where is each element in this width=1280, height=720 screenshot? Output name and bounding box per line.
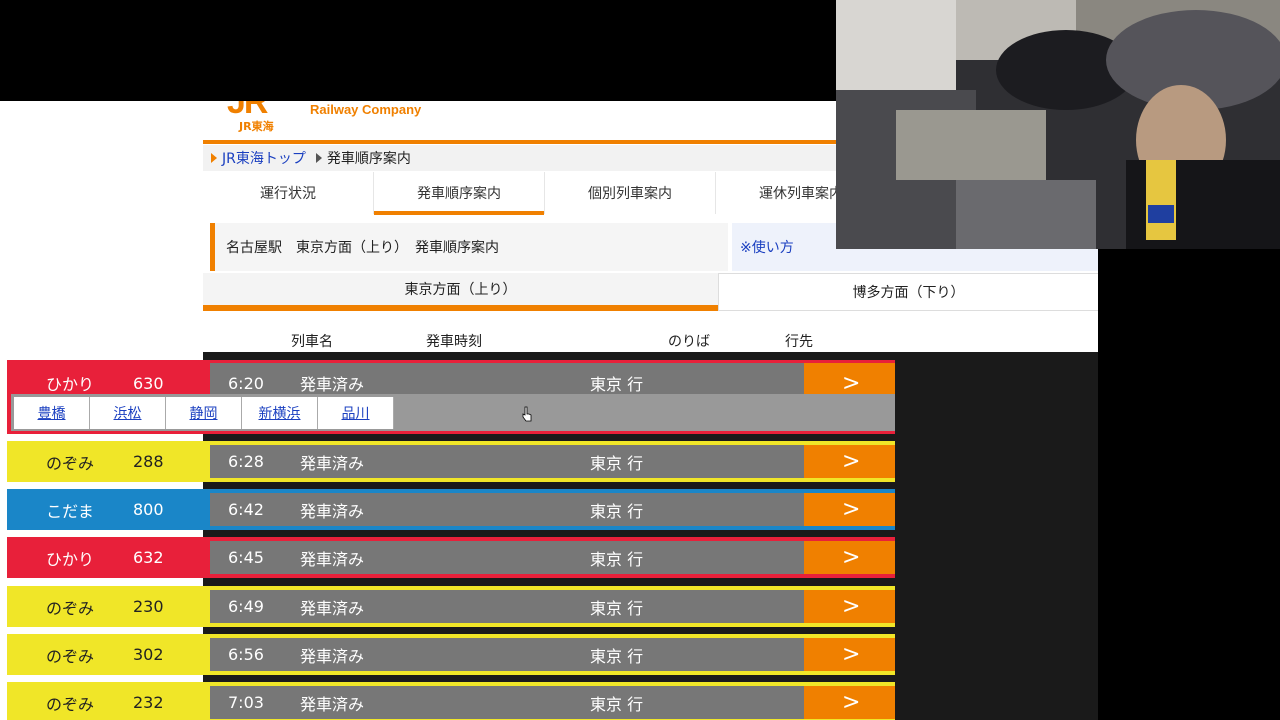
destination: 東京 行 (590, 598, 644, 618)
chevron-right-icon[interactable]: > (804, 445, 895, 478)
company-name: Railway Company (310, 102, 422, 117)
train-number: 230 (133, 597, 164, 616)
train-number: 630 (133, 373, 164, 393)
train-type: こだま (46, 501, 94, 521)
destination: 東京 行 (590, 646, 644, 666)
train-category: のぞみ 232 (7, 686, 210, 719)
train-number: 800 (133, 500, 164, 519)
destination: 東京 行 (590, 501, 644, 521)
train-row[interactable]: のぞみ 302 6:56 発車済み 東京 行 > (7, 638, 895, 671)
departure-status: 発車済み (300, 375, 365, 394)
column-headers: 列車名 発車時刻 のりば 行先 (203, 327, 1098, 351)
train-info: 6:28 発車済み 東京 行 (210, 445, 804, 478)
train-row[interactable]: ひかり 632 6:45 発車済み 東京 行 > (7, 541, 895, 574)
train-info: 6:49 発車済み 東京 行 (210, 590, 804, 623)
stop-link[interactable]: 静岡 (166, 396, 242, 429)
destination: 東京 行 (590, 375, 644, 394)
train-type: のぞみ (45, 646, 94, 666)
departure-status: 発車済み (300, 598, 365, 618)
departure-status: 発車済み (300, 501, 365, 521)
train-number: 232 (133, 693, 164, 712)
col-departure-time: 発車時刻 (426, 334, 482, 350)
breadcrumb-current: 発車順序案内 (326, 151, 411, 167)
right-black-area (1098, 249, 1280, 720)
col-train-name: 列車名 (291, 334, 333, 350)
train-type: ひかり (45, 375, 94, 394)
departure-time: 7:03 (228, 693, 264, 712)
stop-link[interactable]: 品川 (318, 396, 394, 429)
train-info: 6:45 発車済み 東京 行 (210, 541, 804, 574)
chevron-right-icon[interactable]: > (804, 541, 895, 574)
breadcrumb-triangle-icon (211, 153, 217, 163)
departure-time: 6:45 (228, 548, 264, 567)
chevron-right-icon[interactable]: > (804, 686, 895, 719)
train-number: 302 (133, 645, 164, 664)
webcam-overlay (836, 0, 1280, 249)
train-row[interactable]: こだま 800 6:42 発車済み 東京 行 > (7, 493, 895, 526)
stop-link[interactable]: 新横浜 (242, 396, 318, 429)
destination: 東京 行 (590, 694, 644, 714)
train-info: 7:03 発車済み 東京 行 (210, 686, 804, 719)
train-type: のぞみ (45, 453, 94, 473)
chevron-right-icon[interactable]: > (804, 590, 895, 623)
stop-link[interactable]: 浜松 (90, 396, 166, 429)
departure-status: 発車済み (300, 694, 365, 714)
train-row[interactable]: のぞみ 288 6:28 発車済み 東京 行 > (7, 445, 895, 478)
train-category: のぞみ 230 (7, 590, 210, 623)
page-title: 名古屋駅 東京方面（上り） 発車順序案内 (210, 223, 728, 271)
departure-time: 6:49 (228, 597, 264, 616)
stop-list: 豊橋 浜松 静岡 新横浜 品川 (7, 394, 895, 434)
train-type: のぞみ (45, 598, 94, 618)
train-category: のぞみ 288 (7, 445, 210, 478)
chevron-right-icon[interactable]: > (804, 493, 895, 526)
breadcrumb-home-link[interactable]: JR東海トップ (222, 148, 306, 168)
train-type: ひかり (45, 549, 94, 569)
direction-tabs: 東京方面（上り） 博多方面（下り） (203, 273, 1098, 311)
breadcrumb-triangle-icon (315, 153, 322, 163)
train-category: こだま 800 (7, 493, 210, 526)
destination: 東京 行 (590, 549, 644, 569)
departure-status: 発車済み (300, 453, 365, 473)
tab-operation-status[interactable]: 運行状況 (203, 172, 374, 214)
col-platform: のりば (668, 334, 710, 350)
tab-train-info[interactable]: 個別列車案内 (545, 172, 716, 214)
jr-logo[interactable]: JR (227, 101, 293, 119)
train-category: ひかり 632 (7, 541, 210, 574)
departure-time: 6:42 (228, 500, 264, 519)
train-row[interactable]: のぞみ 230 6:49 発車済み 東京 行 > (7, 590, 895, 623)
train-number: 632 (133, 548, 164, 567)
train-row[interactable]: のぞみ 232 7:03 発車済み 東京 行 > (7, 686, 895, 719)
tab-departure-order[interactable]: 発車順序案内 (374, 172, 545, 215)
hand-cursor-icon (522, 406, 532, 422)
departure-status: 発車済み (300, 549, 365, 569)
jr-logo-sub: JR東海 (239, 120, 274, 133)
stop-link[interactable]: 豊橋 (14, 396, 90, 429)
train-category: のぞみ 302 (7, 638, 210, 671)
train-info: 6:56 発車済み 東京 行 (210, 638, 804, 671)
destination: 東京 行 (590, 453, 644, 473)
chevron-right-icon[interactable]: > (804, 638, 895, 671)
departure-time: 6:56 (228, 645, 264, 664)
tab-direction-down[interactable]: 博多方面（下り） (718, 273, 1098, 311)
train-type: のぞみ (45, 694, 94, 714)
train-info: 6:42 発車済み 東京 行 (210, 493, 804, 526)
tab-direction-up[interactable]: 東京方面（上り） (203, 273, 718, 311)
col-destination: 行先 (785, 334, 813, 350)
train-number: 288 (133, 452, 164, 471)
departure-time: 6:20 (228, 373, 264, 393)
departure-time: 6:28 (228, 452, 264, 471)
departure-status: 発車済み (300, 646, 365, 666)
